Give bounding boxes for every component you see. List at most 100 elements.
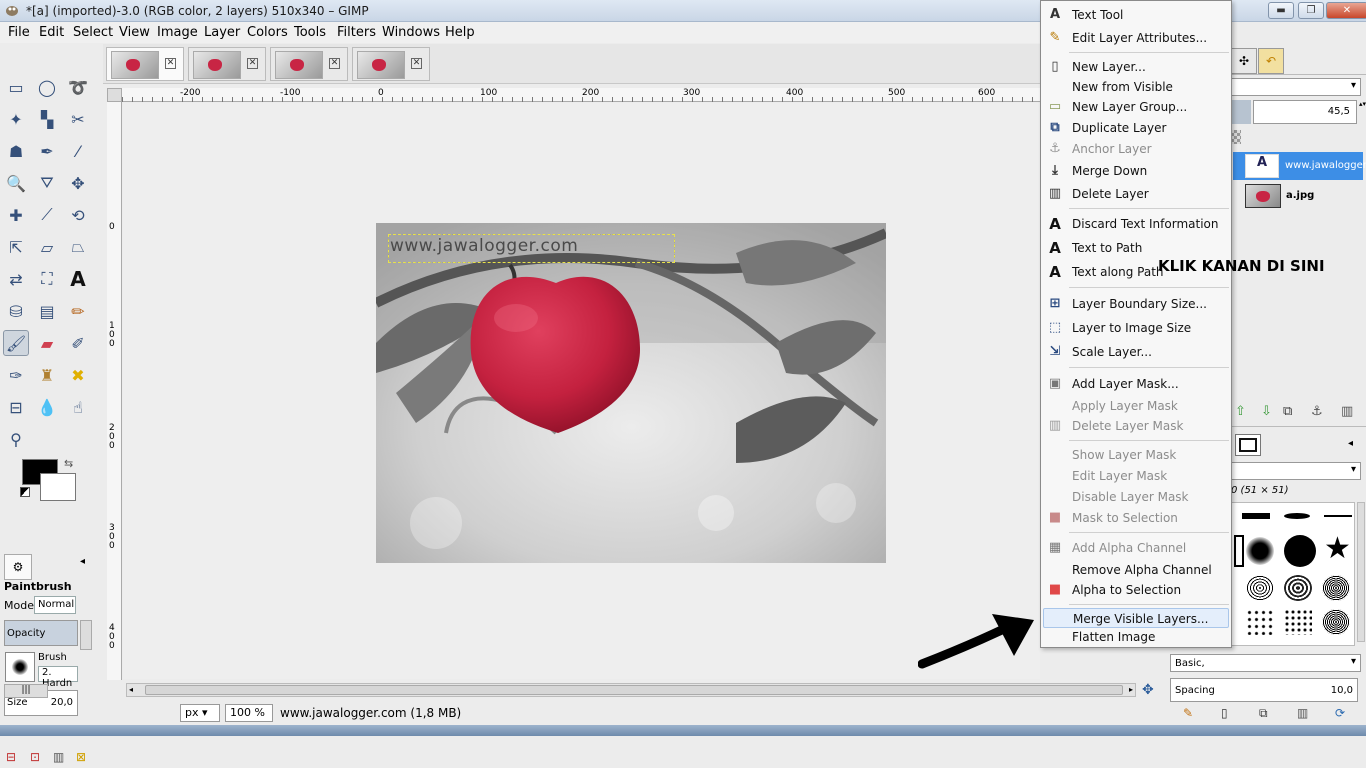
reset-options-icon[interactable]: ⊠ <box>76 750 86 764</box>
image-tab[interactable]: ✕ <box>352 47 430 81</box>
brush-thumb[interactable] <box>1284 575 1312 601</box>
paths-icon[interactable]: ✒ <box>34 138 60 164</box>
minimize-button[interactable]: ▬ <box>1268 2 1294 19</box>
align-icon[interactable]: ✚ <box>3 202 29 228</box>
gradient-icon[interactable]: ▤ <box>34 298 60 324</box>
menu-item-duplicate-layer[interactable]: ⧉ Duplicate Layer <box>1043 118 1229 138</box>
menu-tools[interactable]: Tools <box>294 25 326 40</box>
menu-item-remove-alpha-channel[interactable]: Remove Alpha Channel <box>1043 560 1229 580</box>
menu-colors[interactable]: Colors <box>247 25 288 40</box>
opacity-field[interactable]: 45,5 <box>1253 100 1357 124</box>
zoom-select[interactable]: 100 % <box>225 704 273 722</box>
menu-item-scale-layer[interactable]: ⇲ Scale Layer... <box>1043 342 1229 362</box>
panel-menu-icon[interactable]: ◂ <box>80 556 85 567</box>
close-tab-icon[interactable]: ✕ <box>247 58 258 69</box>
opacity-slider[interactable]: Opacity <box>4 620 78 646</box>
brush-thumb[interactable] <box>1322 575 1350 601</box>
brushes-tab-icon[interactable] <box>1235 434 1261 456</box>
image-tab[interactable]: ✕ <box>188 47 266 81</box>
brush-grid[interactable]: ★ <box>1231 502 1355 646</box>
close-tab-icon[interactable]: ✕ <box>329 58 340 69</box>
image-content[interactable] <box>376 223 886 563</box>
image-tab[interactable]: ✕ <box>106 47 184 81</box>
image-tab[interactable]: ✕ <box>270 47 348 81</box>
brush-select[interactable]: 2. Hardn <box>38 666 78 689</box>
paths-tab-icon[interactable]: ✣ <box>1231 48 1257 74</box>
save-options-icon[interactable]: ⊟ <box>6 750 16 764</box>
paintbrush-icon[interactable]: 🖌 <box>3 330 29 356</box>
delete-options-icon[interactable]: ▥ <box>53 750 64 764</box>
menu-item-flatten-image[interactable]: Flatten Image <box>1043 627 1229 647</box>
flip-icon[interactable]: ⇄ <box>3 266 29 292</box>
menu-help[interactable]: Help <box>445 25 475 40</box>
menu-file[interactable]: File <box>8 25 30 40</box>
airbrush-icon[interactable]: ✐ <box>65 330 91 356</box>
menu-edit[interactable]: Edit <box>39 25 64 40</box>
menu-windows[interactable]: Windows <box>382 25 440 40</box>
rect-select-icon[interactable]: ▭ <box>3 74 29 100</box>
brush-thumb[interactable] <box>1284 609 1312 635</box>
brush-thumb[interactable] <box>1284 535 1316 567</box>
brush-thumb[interactable] <box>1246 537 1274 565</box>
menu-select[interactable]: Select <box>73 25 113 40</box>
swap-colors-icon[interactable]: ⇆ <box>64 457 73 470</box>
menu-image[interactable]: Image <box>157 25 198 40</box>
options-hscroll[interactable]: ||| <box>4 684 48 698</box>
raise-layer-icon[interactable]: ⇧ <box>1235 404 1246 419</box>
cage-icon[interactable]: ⛶ <box>34 266 60 292</box>
menu-filters[interactable]: Filters <box>337 25 376 40</box>
menu-item-text-tool[interactable]: A Text Tool <box>1043 5 1229 25</box>
star-brush-icon[interactable]: ★ <box>1324 533 1351 565</box>
opacity-bar[interactable] <box>1231 100 1251 124</box>
brush-scrollbar[interactable] <box>1357 502 1365 642</box>
menu-layer[interactable]: Layer <box>204 25 240 40</box>
blur-icon[interactable]: 💧 <box>34 394 60 420</box>
scissors-icon[interactable]: ✂ <box>65 106 91 132</box>
horizontal-scrollbar[interactable]: ◂ ▸ <box>126 683 1136 697</box>
zoom-icon[interactable]: 🔍 <box>3 170 29 196</box>
brush-thumb[interactable] <box>1246 575 1274 601</box>
lasso-icon[interactable]: ➰ <box>65 74 91 100</box>
tool-options-tab-icon[interactable]: ⚙ <box>4 554 32 580</box>
heal-icon[interactable]: ✖ <box>65 362 91 388</box>
color-select-icon[interactable]: ▚ <box>34 106 60 132</box>
menu-item-discard-text-info[interactable]: A Discard Text Information <box>1043 214 1229 234</box>
pencil-icon[interactable]: ✏ <box>65 298 91 324</box>
foreground-select-icon[interactable]: ☗ <box>3 138 29 164</box>
smudge-icon[interactable]: ☝ <box>65 394 91 420</box>
spacing-slider[interactable]: Spacing 10,0 <box>1170 678 1358 702</box>
brush-thumb[interactable] <box>1242 513 1270 519</box>
menu-item-delete-layer[interactable]: ▥ Delete Layer <box>1043 184 1229 204</box>
perspective-clone-icon[interactable]: ⊟ <box>3 394 29 420</box>
delete-layer-icon[interactable]: ▥ <box>1341 404 1353 419</box>
brush-thumb[interactable] <box>1322 609 1350 635</box>
edit-brush-icon[interactable]: ✎ <box>1183 706 1193 720</box>
delete-brush-icon[interactable]: ▥ <box>1297 706 1308 720</box>
menu-item-merge-down[interactable]: ⤓ Merge Down <box>1043 161 1229 181</box>
ellipse-select-icon[interactable]: ◯ <box>34 74 60 100</box>
menu-item-add-layer-mask[interactable]: ▣ Add Layer Mask... <box>1043 374 1229 394</box>
lock-alpha-icon[interactable] <box>1231 130 1241 144</box>
spin-arrows-icon[interactable]: ▴▾ <box>1359 100 1366 124</box>
perspective-icon[interactable]: ⏢ <box>65 234 91 260</box>
brush-thumb[interactable] <box>1246 609 1274 635</box>
menu-item-layer-boundary-size[interactable]: ⊞ Layer Boundary Size... <box>1043 294 1229 314</box>
menu-view[interactable]: View <box>119 25 150 40</box>
text-tool-icon[interactable]: A <box>65 266 91 292</box>
crop-icon[interactable]: ⟋ <box>34 202 60 228</box>
close-button[interactable]: ✕ <box>1326 2 1366 19</box>
menu-item-new-layer[interactable]: ▯ New Layer... <box>1043 57 1229 77</box>
fuzzy-select-icon[interactable]: ✦ <box>3 106 29 132</box>
menu-item-merge-visible-layers[interactable]: Merge Visible Layers... <box>1043 608 1229 628</box>
move-icon[interactable]: ✥ <box>65 170 91 196</box>
menu-item-edit-layer-attributes[interactable]: ✎ Edit Layer Attributes... <box>1043 28 1229 48</box>
background-color-swatch[interactable] <box>40 473 76 501</box>
brush-filter-select[interactable]: ▾ <box>1231 462 1361 480</box>
brush-thumb[interactable] <box>1324 515 1352 517</box>
menu-item-new-from-visible[interactable]: New from Visible <box>1043 77 1229 97</box>
dodge-burn-icon[interactable]: ⚲ <box>3 426 29 452</box>
eraser-icon[interactable]: ▰ <box>34 330 60 356</box>
scale-tool-icon[interactable]: ⇱ <box>3 234 29 260</box>
menu-item-layer-to-image-size[interactable]: ⬚ Layer to Image Size <box>1043 318 1229 338</box>
scroll-right-icon[interactable]: ▸ <box>1129 685 1133 694</box>
